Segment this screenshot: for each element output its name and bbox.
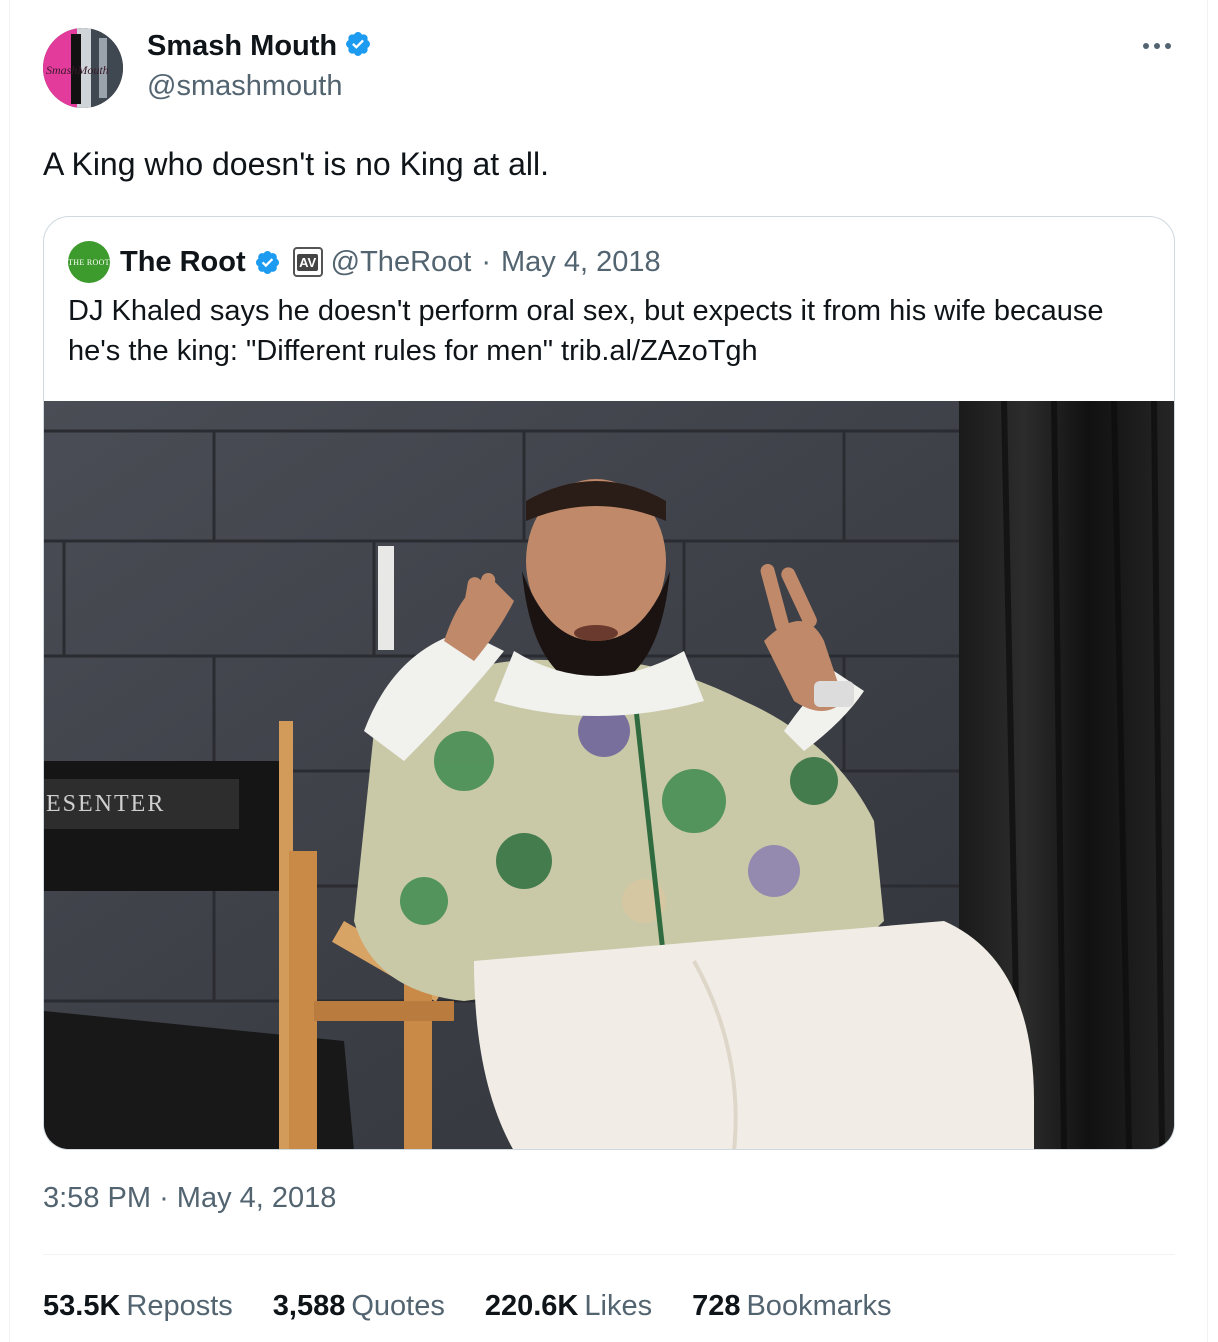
avatar-logo-text: SmashMouth [46,63,109,77]
more-options-button[interactable] [1137,30,1177,62]
likes-stat[interactable]: 220.6K Likes [485,1290,652,1323]
bookmarks-count: 728 [692,1290,741,1322]
quotes-label: Quotes [351,1290,445,1322]
more-dots-icon [1143,43,1171,49]
quotes-count: 3,588 [272,1290,346,1322]
bookmarks-stat[interactable]: 728 Bookmarks [692,1290,891,1323]
quoted-media-image[interactable]: ESENTER [44,401,1174,1149]
quoted-tweet-card[interactable]: THE ROOT The Root AV @TheRoot · May 4, 2… [43,216,1175,1150]
author-avatar[interactable]: SmashMouth [43,28,123,108]
timestamp-separator: · [159,1182,169,1214]
verified-badge-icon [254,249,281,276]
tweet-date: May 4, 2018 [176,1182,337,1214]
tweet-time: 3:58 PM [43,1182,151,1214]
author-display-name[interactable]: Smash Mouth [147,30,337,63]
likes-label: Likes [584,1290,653,1322]
quoted-author-avatar[interactable]: THE ROOT [68,241,110,283]
bookmarks-label: Bookmarks [746,1290,892,1322]
tweet-timestamp[interactable]: 3:58 PM · May 4, 2018 [43,1182,336,1215]
tweet-container: SmashMouth Smash Mouth @smashmouth A Kin… [9,0,1208,1342]
quotes-stat[interactable]: 3,588 Quotes [273,1290,445,1323]
affiliation-badge-text: AV [297,253,319,271]
author-handle[interactable]: @smashmouth [147,70,342,103]
quoted-date: May 4, 2018 [501,245,661,278]
likes-count: 220.6K [484,1290,579,1322]
reposts-count: 53.5K [43,1290,121,1322]
tweet-text: A King who doesn't is no King at all. [43,146,549,182]
divider [43,1254,1175,1255]
quoted-avatar-logo: THE ROOT [68,257,110,267]
affiliation-badge-icon: AV [292,247,323,277]
reposts-stat[interactable]: 53.5K Reposts [43,1290,233,1323]
quoted-handle: @TheRoot [330,245,472,278]
quoted-display-name[interactable]: The Root [120,246,246,279]
reposts-label: Reposts [126,1290,233,1322]
quoted-text: DJ Khaled says he doesn't perform oral s… [68,295,1104,367]
quoted-separator: · [481,245,491,278]
verified-badge-icon[interactable] [344,30,372,63]
chair-sign-text: ESENTER [46,791,165,817]
engagement-stats: 53.5K Reposts 3,588 Quotes 220.6K Likes 728… [43,1290,892,1323]
